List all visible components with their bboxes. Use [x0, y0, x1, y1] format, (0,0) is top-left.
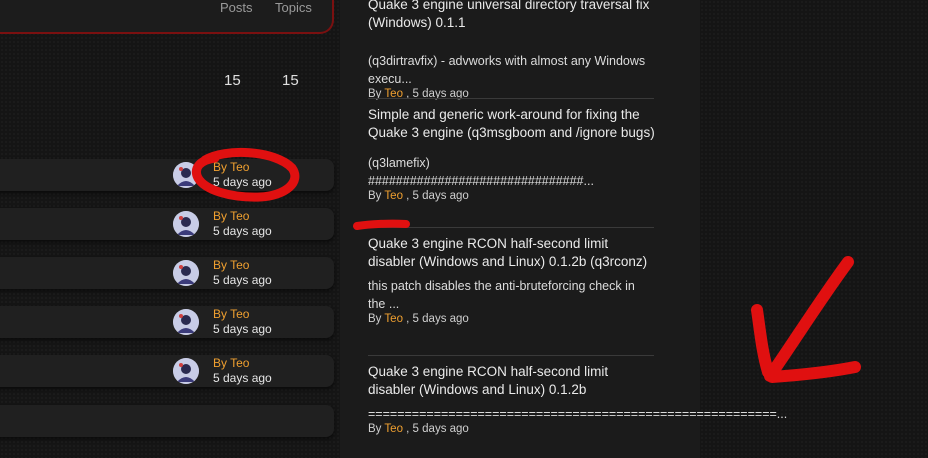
divider — [368, 227, 654, 228]
avatar[interactable] — [173, 162, 199, 188]
last-post-time: 5 days ago — [213, 175, 272, 189]
activity-snippet: this patch disables the anti-bruteforcin… — [368, 279, 635, 293]
activity-item: Quake 3 engine RCON half-second limit di… — [368, 363, 788, 435]
avatar[interactable] — [173, 358, 199, 384]
by-label: By — [368, 313, 382, 325]
last-post-time: 5 days ago — [213, 371, 272, 385]
forum-row[interactable]: By Teo 5 days ago — [0, 159, 334, 191]
last-post-author[interactable]: By Teo — [213, 356, 249, 370]
forum-row[interactable] — [0, 405, 334, 437]
activity-snippet: ###############################... — [368, 174, 594, 188]
activity-snippet: execu... — [368, 72, 412, 86]
activity-item: Quake 3 engine RCON half-second limit di… — [368, 235, 658, 325]
activity-item: Simple and generic work-around for fixin… — [368, 106, 658, 202]
last-post-time: 5 days ago — [213, 273, 272, 287]
posts-count: 15 — [224, 72, 241, 89]
annotation-arrow-icon — [751, 256, 861, 383]
avatar[interactable] — [173, 260, 199, 286]
avatar[interactable] — [173, 211, 199, 237]
by-label: By — [368, 190, 382, 202]
activity-snippet: (q3lamefix) — [368, 156, 430, 170]
activity-title[interactable]: Simple and generic work-around for fixin… — [368, 106, 658, 142]
activity-meta: By Teo , 5 days ago — [368, 190, 658, 202]
by-label: By — [368, 423, 382, 435]
forum-row[interactable]: By Teo 5 days ago — [0, 257, 334, 289]
activity-title[interactable]: Quake 3 engine universal directory trave… — [368, 0, 658, 32]
divider — [368, 98, 654, 99]
activity-title[interactable]: Quake 3 engine RCON half-second limit di… — [368, 235, 658, 271]
last-post-author[interactable]: By Teo — [213, 258, 249, 272]
activity-snippet: (q3dirtravfix) - advworks with almost an… — [368, 54, 646, 68]
activity-title[interactable]: Quake 3 engine RCON half-second limit di… — [368, 363, 658, 399]
activity-snippet: the ... — [368, 297, 400, 311]
last-post-time: 5 days ago — [213, 322, 272, 336]
avatar[interactable] — [173, 309, 199, 335]
posts-header: Posts — [220, 0, 253, 15]
activity-author[interactable]: Teo — [384, 423, 403, 435]
activity-item: Quake 3 engine universal directory trave… — [368, 0, 658, 100]
activity-author[interactable]: Teo — [384, 190, 403, 202]
last-post-time: 5 days ago — [213, 224, 272, 238]
last-post-author[interactable]: By Teo — [213, 209, 249, 223]
activity-time: , 5 days ago — [406, 190, 469, 202]
page: Posts Topics 15 15 By Teo 5 days ago By … — [0, 0, 928, 458]
activity-snippet: ========================================… — [368, 407, 788, 421]
topics-header: Topics — [275, 0, 312, 15]
activity-pane: Quake 3 engine universal directory trave… — [340, 0, 788, 458]
topics-count: 15 — [282, 72, 299, 89]
forum-list-pane: Posts Topics 15 15 By Teo 5 days ago By … — [0, 0, 340, 458]
forum-row[interactable]: By Teo 5 days ago — [0, 355, 334, 387]
activity-time: , 5 days ago — [406, 313, 469, 325]
divider — [368, 355, 654, 356]
activity-meta: By Teo , 5 days ago — [368, 313, 658, 325]
forum-row[interactable]: By Teo 5 days ago — [0, 208, 334, 240]
activity-author[interactable]: Teo — [384, 313, 403, 325]
last-post-author[interactable]: By Teo — [213, 160, 249, 174]
forum-row[interactable]: By Teo 5 days ago — [0, 306, 334, 338]
last-post-author[interactable]: By Teo — [213, 307, 249, 321]
activity-time: , 5 days ago — [406, 423, 469, 435]
activity-meta: By Teo , 5 days ago — [368, 423, 658, 435]
